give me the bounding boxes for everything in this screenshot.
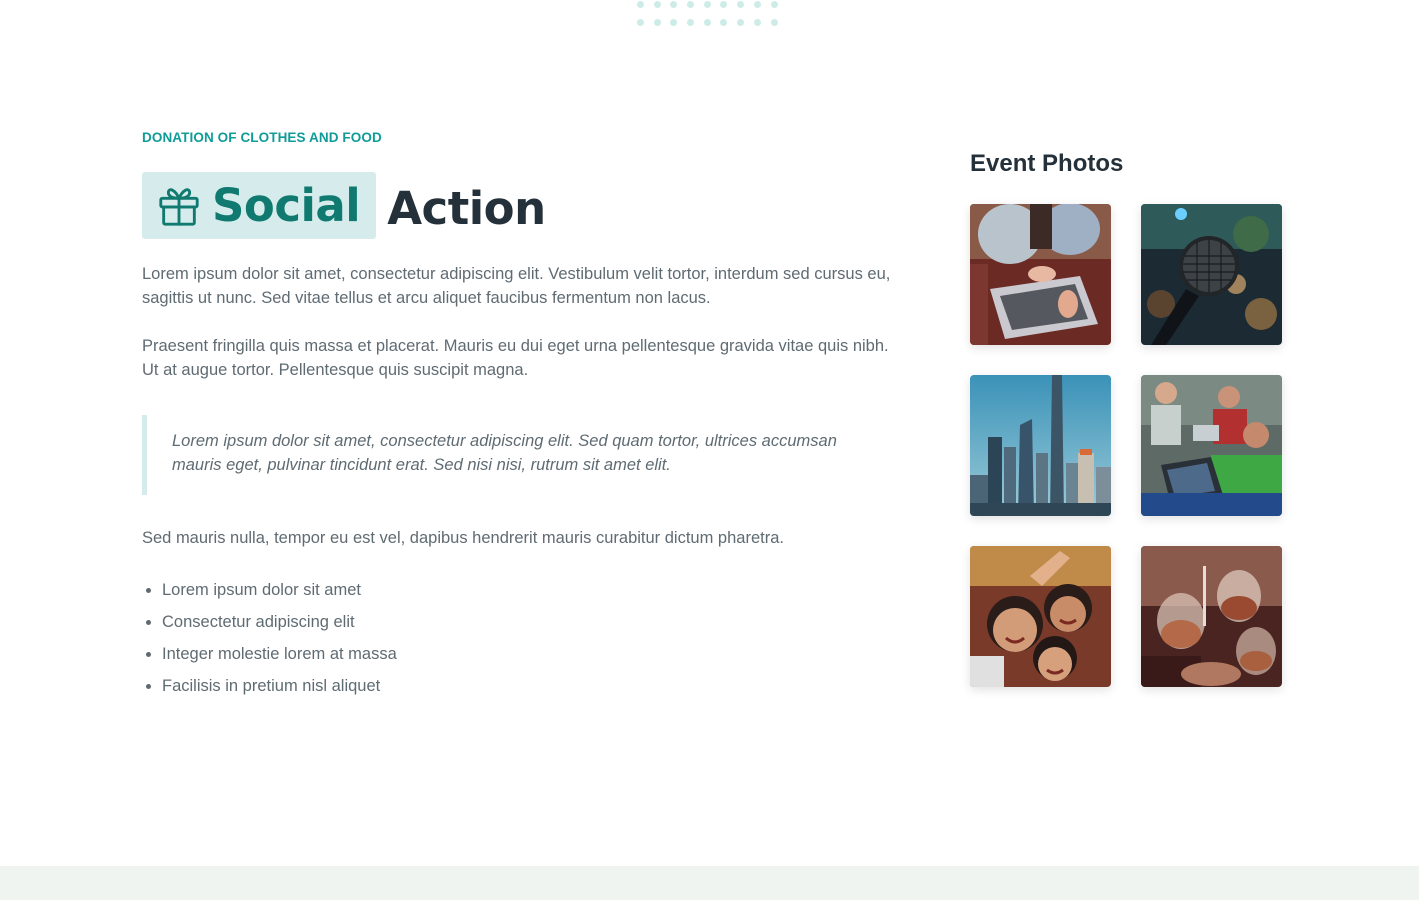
photo-microphone[interactable]	[1141, 204, 1282, 345]
blockquote: Lorem ipsum dolor sit amet, consectetur …	[142, 415, 882, 495]
paragraph-3: Sed mauris nulla, tempor eu est vel, dap…	[142, 529, 784, 547]
section-eyebrow: DONATION OF CLOTHES AND FOOD	[142, 130, 382, 145]
footer-band	[0, 866, 1419, 900]
event-photos-gallery	[970, 204, 1282, 687]
gift-icon	[156, 183, 202, 229]
paragraph-2: Praesent fringilla quis massa et placera…	[142, 337, 889, 379]
section-title: Social Action	[142, 172, 546, 239]
decorative-dots	[637, 1, 782, 29]
list-item: Consectetur adipiscing elit	[142, 606, 397, 638]
photo-people-laptops[interactable]	[1141, 375, 1282, 516]
photo-laptop-hands[interactable]	[970, 204, 1111, 345]
paragraph-1: Lorem ipsum dolor sit amet, consectetur …	[142, 265, 891, 307]
photo-children-smiling[interactable]	[970, 546, 1111, 687]
photo-city-skyline[interactable]	[970, 375, 1111, 516]
title-badge: Social	[142, 172, 377, 239]
title-accent: Social	[212, 179, 361, 232]
list-item: Facilisis in pretium nisl aliquet	[142, 670, 397, 702]
title-rest: Action	[387, 182, 546, 235]
bullet-list: Lorem ipsum dolor sit amet Consectetur a…	[142, 574, 397, 702]
event-photos-title: Event Photos	[970, 150, 1124, 177]
list-item: Lorem ipsum dolor sit amet	[142, 574, 397, 606]
list-item: Integer molestie lorem at massa	[142, 638, 397, 670]
photo-wine-glasses[interactable]	[1141, 546, 1282, 687]
